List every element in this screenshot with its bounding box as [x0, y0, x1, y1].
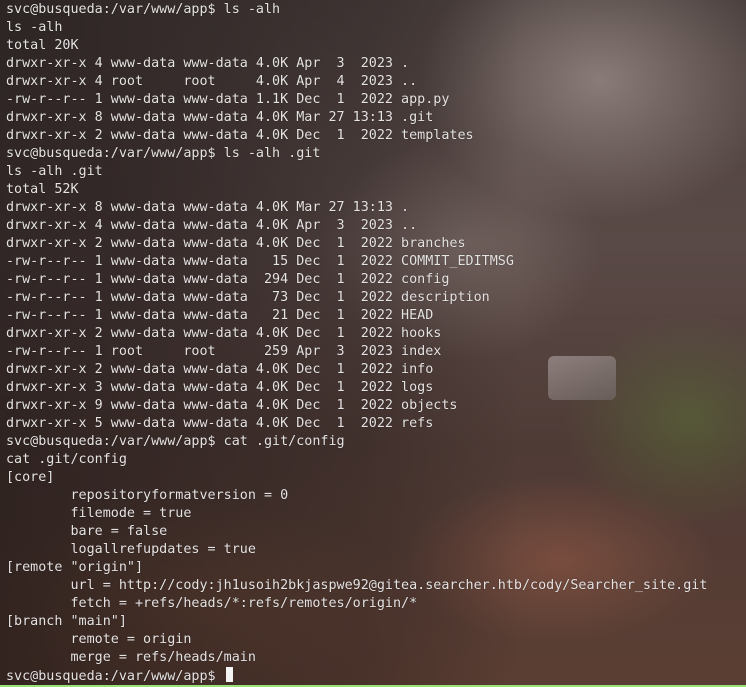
- terminal-line: cat .git/config: [6, 452, 127, 467]
- terminal-line: -rw-r--r-- 1 www-data www-data 1.1K Dec …: [6, 92, 450, 107]
- terminal-line: bare = false: [6, 524, 168, 539]
- terminal-line: drwxr-xr-x 8 www-data www-data 4.0K Mar …: [6, 110, 434, 125]
- terminal-line: drwxr-xr-x 2 www-data www-data 4.0K Dec …: [6, 236, 466, 251]
- terminal-line: remote = origin: [6, 632, 192, 647]
- terminal-line: drwxr-xr-x 2 www-data www-data 4.0K Dec …: [6, 326, 442, 341]
- terminal-line: drwxr-xr-x 4 www-data www-data 4.0K Apr …: [6, 218, 418, 233]
- shell-prompt: svc@busqueda:/var/www/app$: [6, 669, 216, 684]
- terminal-line: ls -alh: [6, 20, 63, 35]
- terminal-line: drwxr-xr-x 8 www-data www-data 4.0K Mar …: [6, 200, 410, 215]
- terminal-line: ls -alh .git: [6, 164, 103, 179]
- terminal-line: fetch = +refs/heads/*:refs/remotes/origi…: [6, 596, 418, 611]
- terminal-line: -rw-r--r-- 1 www-data www-data 294 Dec 1…: [6, 272, 450, 287]
- terminal-line: drwxr-xr-x 4 root root 4.0K Apr 4 2023 .…: [6, 74, 418, 89]
- terminal-line: svc@busqueda:/var/www/app$ ls -alh: [6, 2, 281, 17]
- terminal-line: -rw-r--r-- 1 www-data www-data 21 Dec 1 …: [6, 308, 434, 323]
- terminal-line: svc@busqueda:/var/www/app$ cat .git/conf…: [6, 434, 345, 449]
- terminal-line: url = http://cody:jh1usoih2bkjaspwe92@gi…: [6, 578, 708, 593]
- terminal-line: -rw-r--r-- 1 root root 259 Apr 3 2023 in…: [6, 344, 442, 359]
- terminal-line: filemode = true: [6, 506, 192, 521]
- terminal-line: [branch "main"]: [6, 614, 127, 629]
- terminal-line: drwxr-xr-x 3 www-data www-data 4.0K Dec …: [6, 380, 434, 395]
- terminal-line: [remote "origin"]: [6, 560, 144, 575]
- terminal-line: -rw-r--r-- 1 www-data www-data 15 Dec 1 …: [6, 254, 514, 269]
- terminal-line: drwxr-xr-x 4 www-data www-data 4.0K Apr …: [6, 56, 410, 71]
- terminal-line: drwxr-xr-x 2 www-data www-data 4.0K Dec …: [6, 362, 434, 377]
- terminal-line: total 52K: [6, 182, 79, 197]
- terminal-window[interactable]: svc@busqueda:/var/www/app$ ls -alh ls -a…: [0, 0, 746, 687]
- prompt-line[interactable]: svc@busqueda:/var/www/app$: [6, 667, 233, 685]
- terminal-line: svc@busqueda:/var/www/app$ ls -alh .git: [6, 146, 321, 161]
- terminal-line: -rw-r--r-- 1 www-data www-data 73 Dec 1 …: [6, 290, 490, 305]
- terminal-line: [core]: [6, 470, 55, 485]
- terminal-line: merge = refs/heads/main: [6, 650, 256, 665]
- terminal-line: drwxr-xr-x 5 www-data www-data 4.0K Dec …: [6, 416, 434, 431]
- text-cursor: [225, 667, 233, 682]
- terminal-line: drwxr-xr-x 2 www-data www-data 4.0K Dec …: [6, 128, 474, 143]
- terminal-line: logallrefupdates = true: [6, 542, 256, 557]
- terminal-line: total 20K: [6, 38, 79, 53]
- terminal-line: repositoryformatversion = 0: [6, 488, 289, 503]
- terminal-line: drwxr-xr-x 9 www-data www-data 4.0K Dec …: [6, 398, 458, 413]
